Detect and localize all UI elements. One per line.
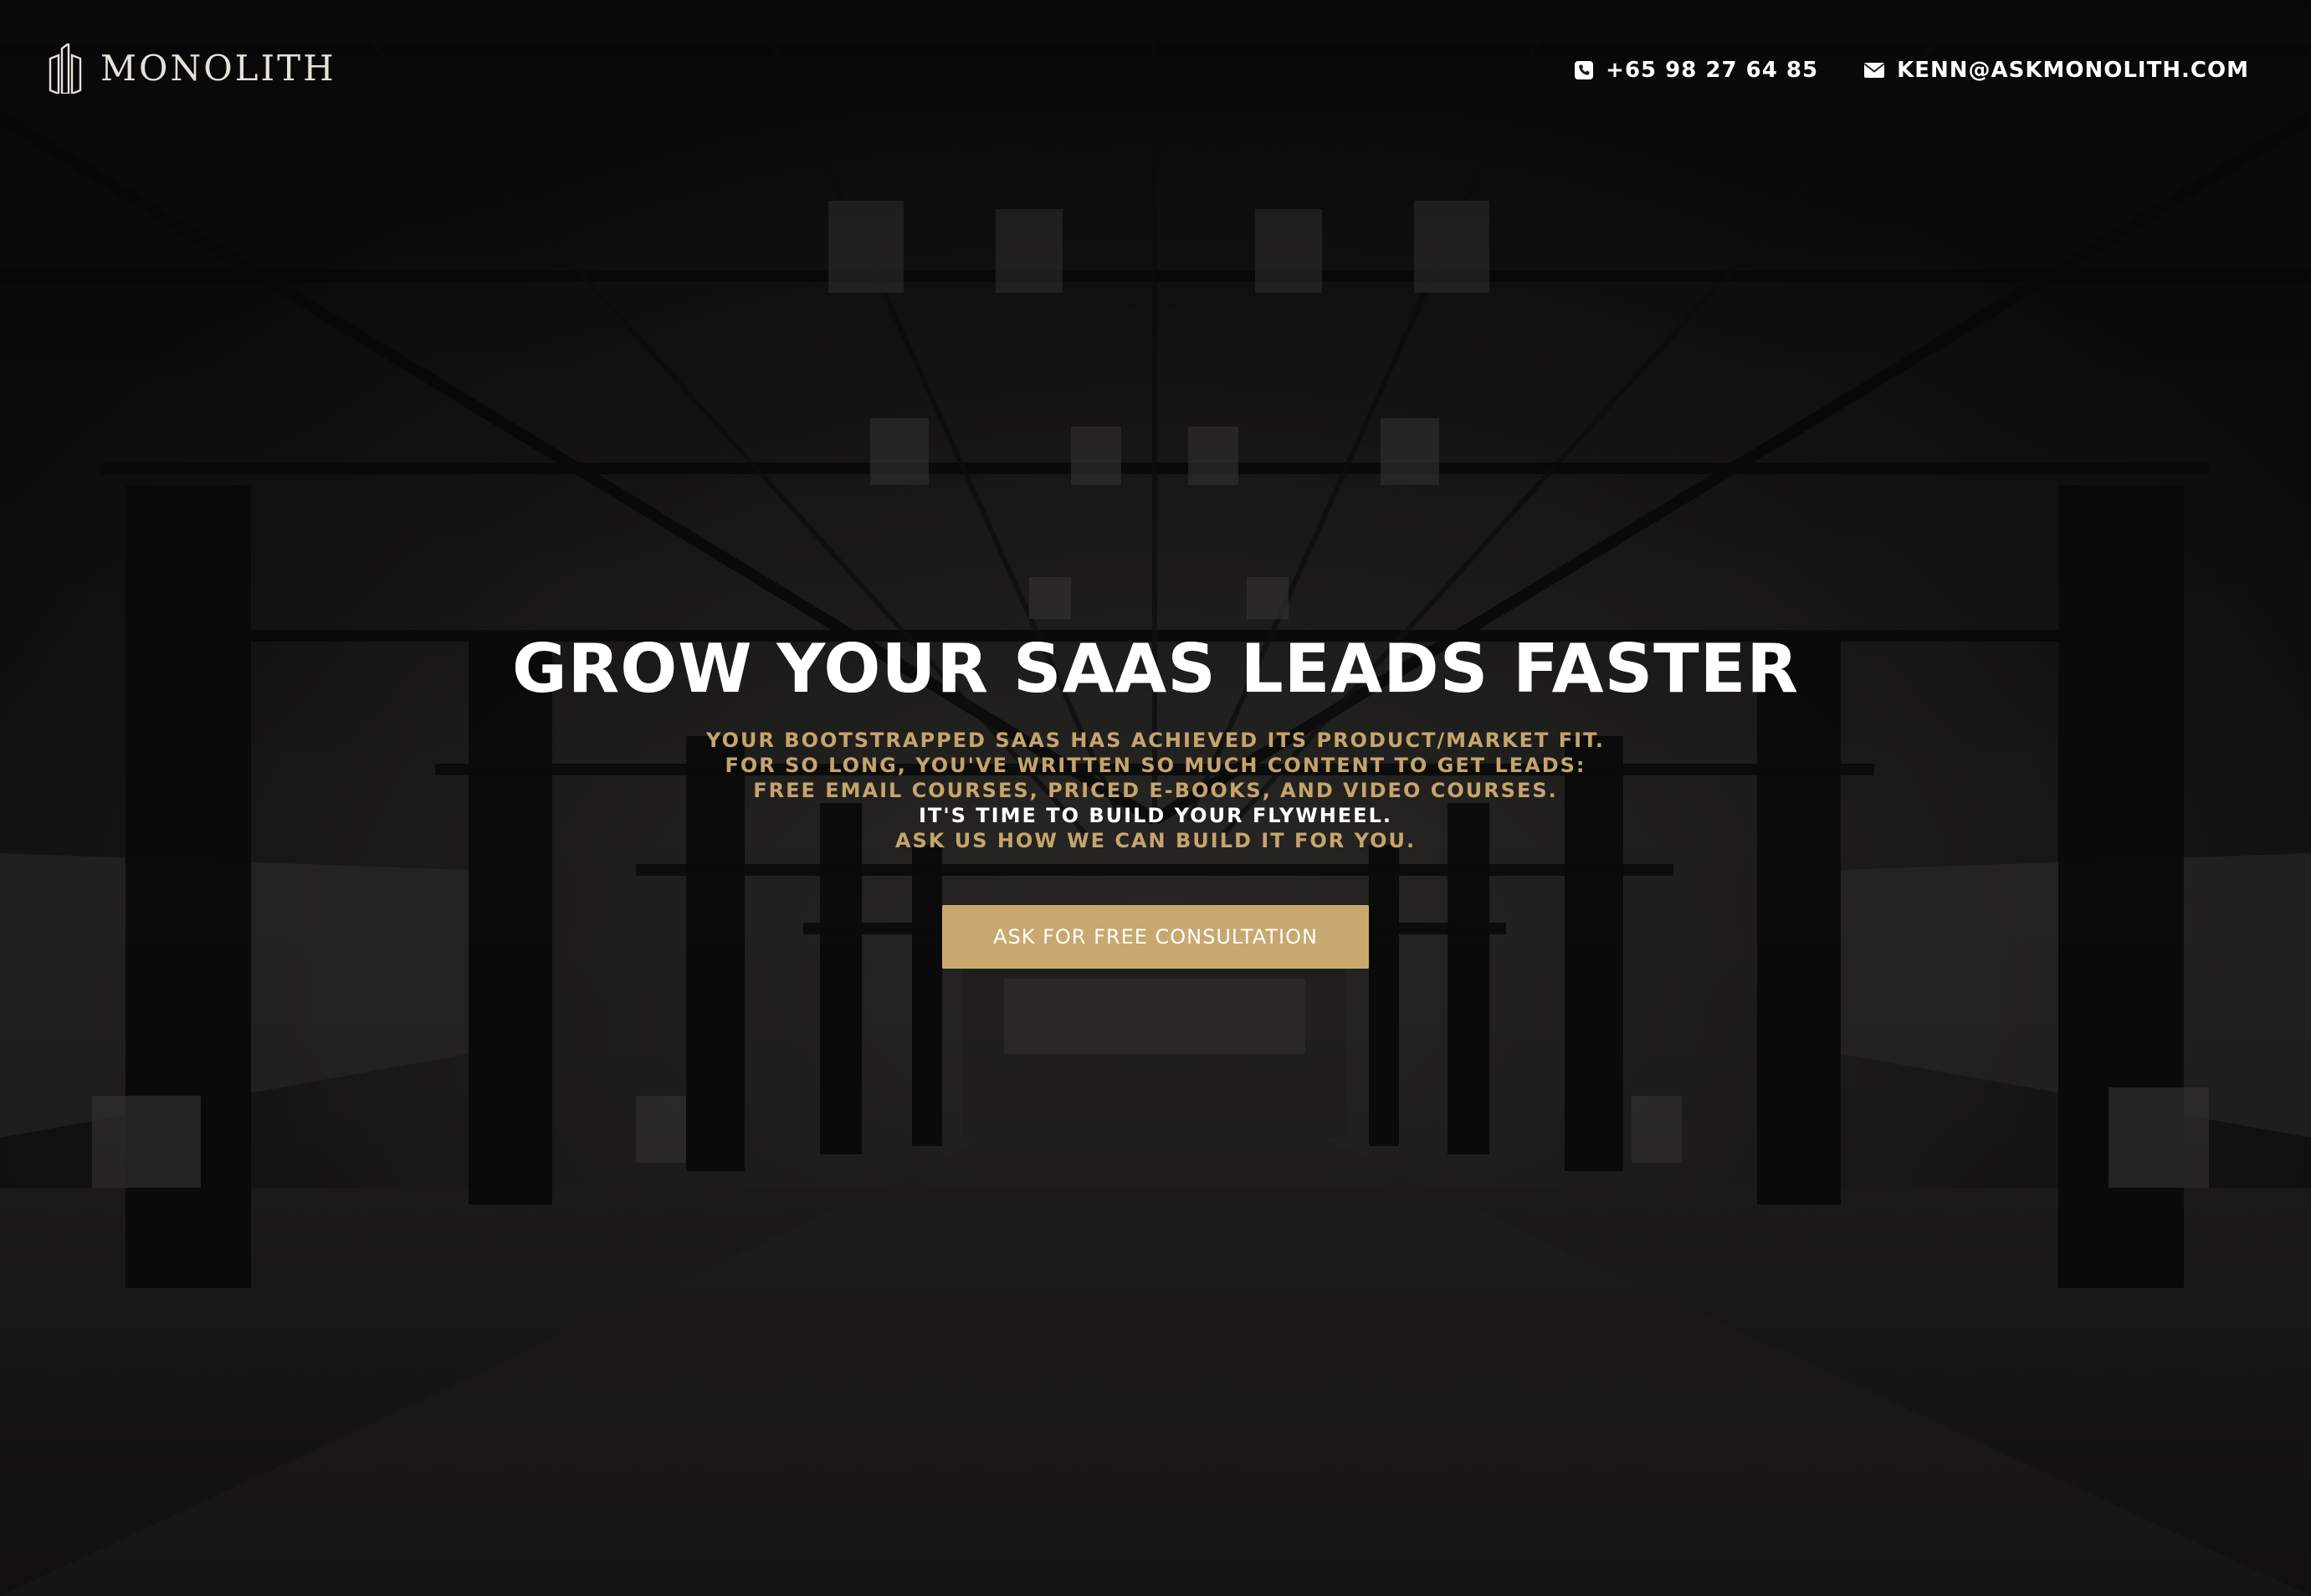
hero-line: FOR SO LONG, YOU'VE WRITTEN SO MUCH CONT…: [725, 754, 1586, 777]
landing-page: MONOLITH +65 98 27 64 85 KENN@ASKMONOLIT…: [0, 0, 2311, 1596]
email-link[interactable]: KENN@ASKMONOLITH.COM: [1863, 55, 2249, 85]
email-address: KENN@ASKMONOLITH.COM: [1897, 58, 2249, 83]
brand-logo-link[interactable]: MONOLITH: [47, 43, 336, 94]
phone-icon: [1575, 61, 1594, 79]
hero-line: YOUR BOOTSTRAPPED SAAS HAS ACHIEVED ITS …: [706, 729, 1605, 752]
hero-line-highlight: IT'S TIME TO BUILD YOUR FLYWHEEL.: [919, 804, 1392, 827]
hero-section: GROW YOUR SAAS LEADS FASTER YOUR BOOTSTR…: [0, 626, 2311, 969]
hero-title: GROW YOUR SAAS LEADS FASTER: [511, 630, 1799, 708]
hero-line: ASK US HOW WE CAN BUILD IT FOR YOU.: [894, 829, 1417, 852]
monolith-pillars-icon: [49, 43, 82, 94]
free-consultation-button[interactable]: ASK FOR FREE CONSULTATION: [942, 905, 1369, 969]
site-header: MONOLITH +65 98 27 64 85 KENN@ASKMONOLIT…: [0, 0, 2311, 151]
brand-name: MONOLITH: [100, 48, 336, 89]
phone-number: +65 98 27 64 85: [1606, 58, 1819, 83]
phone-link[interactable]: +65 98 27 64 85: [1574, 55, 1818, 85]
hero-line: FREE EMAIL COURSES, PRICED E-BOOKS, AND …: [753, 779, 1558, 802]
hero-subtitle: YOUR BOOTSTRAPPED SAAS HAS ACHIEVED ITS …: [0, 728, 2311, 853]
header-contacts: +65 98 27 64 85 KENN@ASKMONOLITH.COM: [1574, 55, 2249, 85]
envelope-icon: [1863, 63, 1885, 78]
